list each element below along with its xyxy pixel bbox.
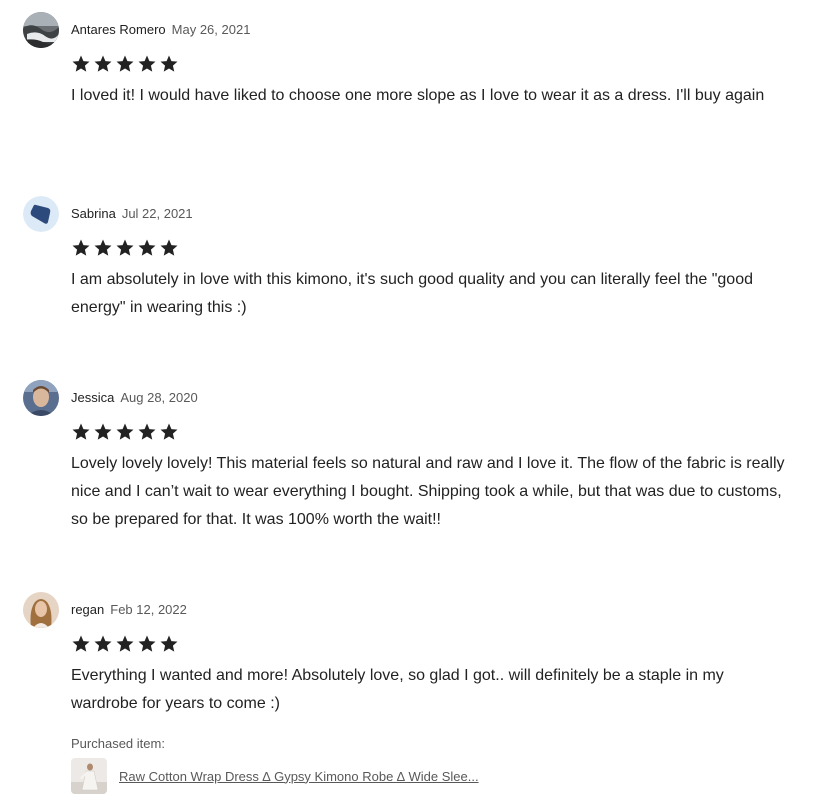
review-text: I am absolutely in love with this kimono… [71,271,753,316]
star-icon [72,423,90,440]
reviewer-avatar[interactable] [23,12,59,48]
reviewer-name[interactable]: regan [71,602,104,617]
reviewer-name[interactable]: Antares Romero [71,22,166,37]
star-icon [72,635,90,652]
review-meta: regan Feb 12, 2022 [71,602,187,618]
star-icon [160,55,178,72]
purchased-item-link[interactable]: Raw Cotton Wrap Dress ∆ Gypsy Kimono Rob… [71,758,479,794]
star-icon [94,239,112,256]
review-text: Lovely lovely lovely! This material feel… [71,455,785,528]
reviewer-avatar[interactable] [23,380,59,416]
reviewer-name[interactable]: Jessica [71,390,114,405]
avatar-photo-image [23,380,59,416]
review-text: Everything I wanted and more! Absolutely… [71,667,724,712]
item-title-link[interactable]: Raw Cotton Wrap Dress ∆ Gypsy Kimono Rob… [119,769,479,784]
star-icon [72,239,90,256]
star-icon [138,635,156,652]
star-icon [116,239,134,256]
review-text: I loved it! I would have liked to choose… [71,87,765,104]
star-icon [160,423,178,440]
default-avatar-icon [23,196,59,232]
star-icon [94,423,112,440]
reviewer-avatar[interactable] [23,196,59,232]
star-icon [160,239,178,256]
star-icon [116,55,134,72]
review-meta: Sabrina Jul 22, 2021 [71,206,193,222]
review-date: Jul 22, 2021 [121,206,193,221]
star-icon [116,635,134,652]
star-icon [72,55,90,72]
star-icon [94,635,112,652]
star-icon [138,239,156,256]
star-icon [160,635,178,652]
reviewer-avatar[interactable] [23,592,59,628]
avatar-photo-image [23,592,59,628]
avatar-photo-image [23,12,59,48]
item-thumbnail[interactable] [71,758,107,794]
star-rating [71,238,179,258]
reviewer-name[interactable]: Sabrina [71,206,116,221]
star-icon [138,55,156,72]
purchased-item-label: Purchased item: [71,736,165,751]
review-date: Aug 28, 2020 [120,390,198,405]
star-icon [94,55,112,72]
review-date: Feb 12, 2022 [110,602,187,617]
review-meta: Jessica Aug 28, 2020 [71,390,198,406]
star-icon [138,423,156,440]
review-date: May 26, 2021 [171,22,251,37]
star-icon [116,423,134,440]
star-rating [71,634,179,654]
star-rating [71,54,179,74]
review-meta: Antares Romero May 26, 2021 [71,22,250,38]
item-thumbnail-image [71,758,107,794]
star-rating [71,422,179,442]
